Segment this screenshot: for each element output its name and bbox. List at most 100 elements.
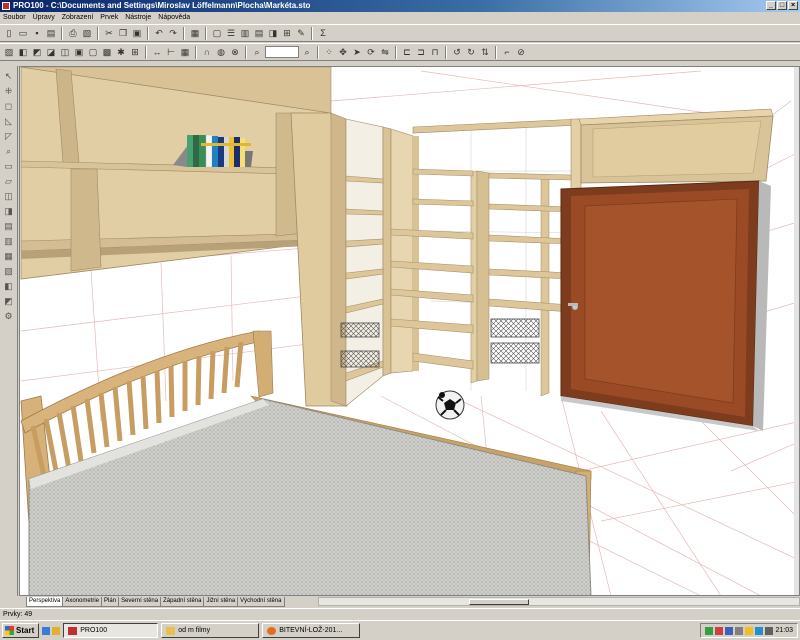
table-icon[interactable]: ▦ bbox=[179, 46, 191, 58]
align-left-icon[interactable]: ⊏ bbox=[401, 46, 413, 58]
menu-prvek[interactable]: Prvek bbox=[100, 14, 118, 21]
tool-icon[interactable]: ◨ bbox=[3, 205, 15, 217]
list-icon[interactable]: ☰ bbox=[225, 27, 237, 39]
move-icon[interactable]: ✥ bbox=[337, 46, 349, 58]
tray-icon[interactable] bbox=[725, 626, 734, 635]
tool-icon[interactable]: ▦ bbox=[3, 250, 15, 262]
stop-icon[interactable]: ⊗ bbox=[229, 46, 241, 58]
view-shaded-icon[interactable]: ◩ bbox=[31, 46, 43, 58]
tool-icon[interactable]: ◻ bbox=[3, 100, 15, 112]
tool-icon[interactable]: ▭ bbox=[3, 160, 15, 172]
menu-upravy[interactable]: Úpravy bbox=[33, 14, 55, 21]
dimension-icon[interactable]: ↔ bbox=[151, 46, 163, 58]
scroll-thumb[interactable] bbox=[469, 599, 529, 605]
folder-icon[interactable] bbox=[52, 626, 61, 635]
redo-icon[interactable]: ↷ bbox=[167, 27, 179, 39]
horizontal-scrollbar[interactable] bbox=[318, 597, 800, 606]
tab-axonometrie[interactable]: Axonometrie bbox=[62, 597, 103, 607]
material-icon[interactable]: ◨ bbox=[267, 27, 279, 39]
light-bulb-icon[interactable]: ✱ bbox=[115, 46, 127, 58]
globe-icon[interactable]: ◍ bbox=[215, 46, 227, 58]
window-icon[interactable]: ▢ bbox=[211, 27, 223, 39]
taskbar-item-folder[interactable]: od m filmy bbox=[161, 623, 260, 638]
menu-soubor[interactable]: Soubor bbox=[3, 14, 26, 21]
zoom-tool-icon[interactable]: ⌕ bbox=[3, 145, 15, 157]
zoom-combo[interactable] bbox=[265, 46, 299, 58]
tray-icon[interactable] bbox=[735, 626, 744, 635]
browser-icon[interactable] bbox=[42, 626, 51, 635]
pointer-icon[interactable]: ↖ bbox=[3, 70, 15, 82]
paste-icon[interactable]: ▣ bbox=[131, 27, 143, 39]
group-icon[interactable]: ⊞ bbox=[281, 27, 293, 39]
copy-icon[interactable]: ❐ bbox=[117, 27, 129, 39]
align-top-icon[interactable]: ⊓ bbox=[429, 46, 441, 58]
layers-icon[interactable]: ▤ bbox=[253, 27, 265, 39]
title-bar[interactable]: PRO100 - C:\Documents and Settings\Miros… bbox=[0, 0, 800, 12]
select-all-icon[interactable]: ⁜ bbox=[3, 85, 15, 97]
tool-icon[interactable]: ◺ bbox=[3, 115, 15, 127]
volume-icon[interactable] bbox=[765, 626, 774, 635]
tool-icon[interactable]: ◸ bbox=[3, 130, 15, 142]
tray-icon[interactable] bbox=[745, 626, 754, 635]
zoom-out-icon[interactable]: ⌕ bbox=[301, 46, 313, 58]
open-folder-icon[interactable]: ▭ bbox=[17, 27, 29, 39]
menu-zobrazeni[interactable]: Zobrazení bbox=[62, 14, 94, 21]
menu-nastroje[interactable]: Nástroje bbox=[125, 14, 151, 21]
tool-icon[interactable]: ▥ bbox=[3, 235, 15, 247]
tool-icon[interactable]: ◩ bbox=[3, 295, 15, 307]
tool-icon[interactable]: ▱ bbox=[3, 175, 15, 187]
tray-icon[interactable] bbox=[715, 626, 724, 635]
library-icon[interactable]: ▦ bbox=[189, 27, 201, 39]
tab-severni-stena[interactable]: Severní stěna bbox=[118, 597, 162, 607]
disable-icon[interactable]: ⊘ bbox=[515, 46, 527, 58]
report-icon[interactable]: ▥ bbox=[239, 27, 251, 39]
magnet-icon[interactable]: ∩ bbox=[201, 46, 213, 58]
view-wireframe-icon[interactable]: ▨ bbox=[3, 46, 15, 58]
taskbar-item-browser[interactable]: BITEVNÍ-LOŽ-201... bbox=[262, 623, 361, 638]
tool-icon[interactable]: ▧ bbox=[3, 265, 15, 277]
edit-icon[interactable]: ✎ bbox=[295, 27, 307, 39]
rotate-right-icon[interactable]: ↻ bbox=[465, 46, 477, 58]
snap-icon[interactable]: ⌐ bbox=[501, 46, 513, 58]
tray-icon[interactable] bbox=[705, 626, 714, 635]
flip-icon[interactable]: ⇅ bbox=[479, 46, 491, 58]
tall-shelving-column[interactable] bbox=[290, 112, 392, 407]
properties-icon[interactable]: ▤ bbox=[45, 27, 57, 39]
upper-cabinet[interactable] bbox=[578, 108, 774, 184]
menu-napoveda[interactable]: Nápověda bbox=[158, 14, 190, 21]
clock[interactable]: 21:03 bbox=[775, 627, 793, 634]
view-box-icon[interactable]: ▢ bbox=[87, 46, 99, 58]
save-icon[interactable]: ▪ bbox=[31, 27, 43, 39]
mirror-icon[interactable]: ⇋ bbox=[379, 46, 391, 58]
tool-icon[interactable]: ▤ bbox=[3, 220, 15, 232]
zoom-icon[interactable]: ⌕ bbox=[251, 46, 263, 58]
wall-shelf-unit[interactable] bbox=[20, 67, 332, 280]
view-texture-icon[interactable]: ◪ bbox=[45, 46, 57, 58]
align-center-icon[interactable]: ⊐ bbox=[415, 46, 427, 58]
rotate-icon[interactable]: ⟳ bbox=[365, 46, 377, 58]
cut-icon[interactable]: ✂ bbox=[103, 27, 115, 39]
tab-vychodni-stena[interactable]: Východní stěna bbox=[237, 597, 285, 607]
new-file-icon[interactable]: ▯ bbox=[3, 27, 15, 39]
tab-zapadni-stena[interactable]: Západní stěna bbox=[160, 597, 205, 607]
tab-perspektiva[interactable]: Perspektiva bbox=[26, 597, 64, 607]
tray-icon[interactable] bbox=[755, 626, 764, 635]
grid-icon[interactable]: ⊞ bbox=[129, 46, 141, 58]
close-button[interactable]: × bbox=[788, 1, 798, 10]
view-render-icon[interactable]: ◫ bbox=[59, 46, 71, 58]
taskbar-item-pro100[interactable]: PRO100 bbox=[63, 623, 159, 638]
tool-icon[interactable]: ⚙ bbox=[3, 310, 15, 322]
texture-icon[interactable]: ▩ bbox=[101, 46, 113, 58]
print-icon[interactable]: ⎙ bbox=[67, 27, 79, 39]
select-points-icon[interactable]: ⁘ bbox=[323, 46, 335, 58]
arrow-tool-icon[interactable]: ➤ bbox=[351, 46, 363, 58]
corner-open-shelving[interactable] bbox=[390, 118, 582, 397]
rotate-left-icon[interactable]: ↺ bbox=[451, 46, 463, 58]
app-icon[interactable] bbox=[2, 2, 10, 10]
door[interactable] bbox=[560, 180, 771, 431]
view-cube-icon[interactable]: ▣ bbox=[73, 46, 85, 58]
print-preview-icon[interactable]: ▧ bbox=[81, 27, 93, 39]
minimize-button[interactable]: _ bbox=[766, 1, 776, 10]
tool-icon[interactable]: ◫ bbox=[3, 190, 15, 202]
start-button[interactable]: Start bbox=[2, 623, 40, 638]
